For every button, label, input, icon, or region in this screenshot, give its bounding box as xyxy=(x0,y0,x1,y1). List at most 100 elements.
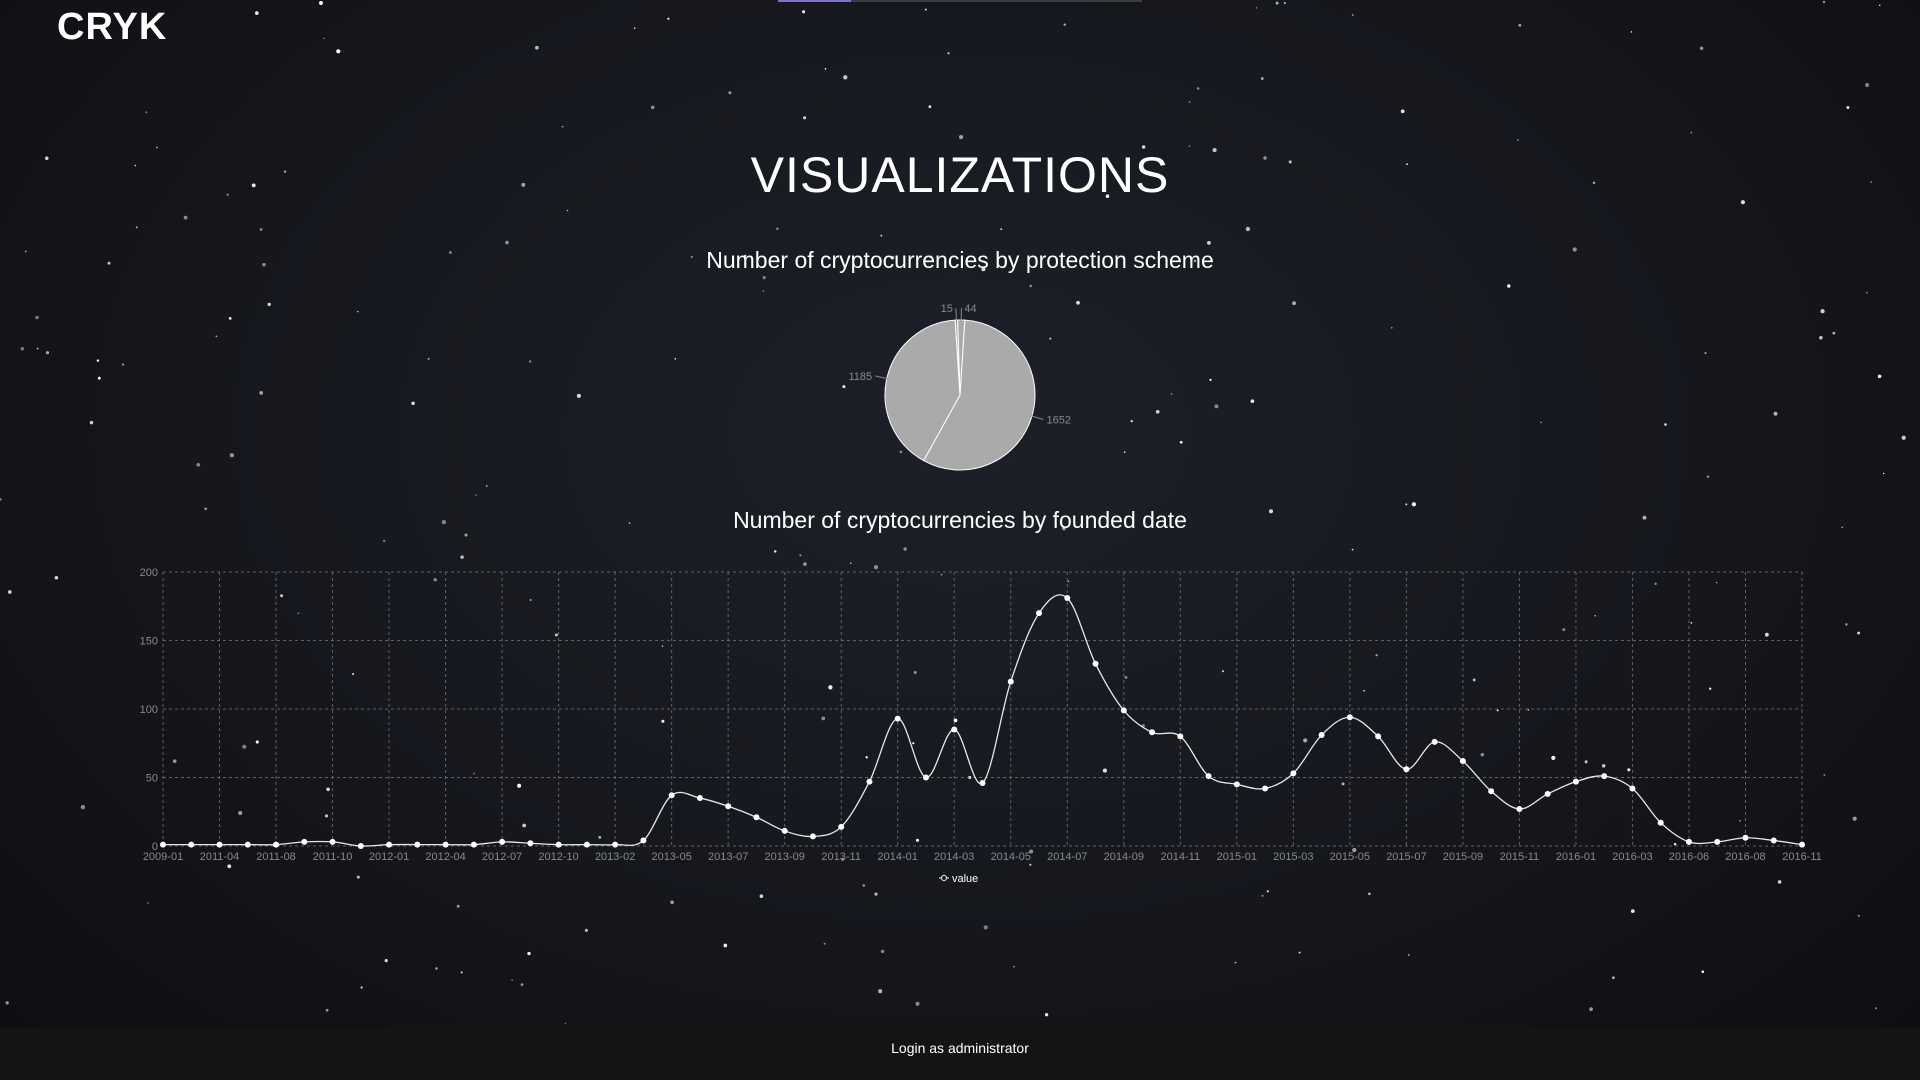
data-point xyxy=(357,843,364,849)
data-point xyxy=(1149,729,1156,736)
star xyxy=(325,1008,329,1012)
data-point xyxy=(160,841,166,848)
data-point xyxy=(188,841,195,848)
x-tick-label: 2014-01 xyxy=(878,851,918,863)
x-tick-label: 2015-03 xyxy=(1273,851,1313,863)
x-tick-label: 2016-11 xyxy=(1782,851,1822,863)
x-tick-label: 2014-09 xyxy=(1104,851,1144,863)
star xyxy=(1874,1007,1878,1010)
x-tick-label: 2012-04 xyxy=(425,851,465,863)
x-tick-label: 2011-04 xyxy=(200,851,240,863)
data-point xyxy=(1290,770,1297,777)
data-point xyxy=(838,823,845,830)
data-point xyxy=(809,833,816,840)
x-tick-label: 2015-07 xyxy=(1386,851,1426,863)
data-point xyxy=(1714,838,1721,845)
data-point xyxy=(866,778,873,785)
data-point xyxy=(979,779,986,786)
x-tick-label: 2016-06 xyxy=(1669,851,1709,863)
data-point xyxy=(696,795,703,802)
data-point xyxy=(329,838,336,845)
legend-point-marker xyxy=(941,875,947,881)
data-point xyxy=(1064,595,1071,602)
data-point xyxy=(1092,660,1099,667)
data-point xyxy=(1375,733,1382,740)
x-tick-label: 2013-02 xyxy=(595,851,635,863)
data-point xyxy=(1544,790,1551,797)
data-point xyxy=(527,840,534,847)
star xyxy=(1044,1013,1049,1017)
data-point xyxy=(1601,773,1608,780)
star xyxy=(1589,1007,1593,1011)
data-point xyxy=(1318,732,1325,739)
data-point xyxy=(1233,781,1240,788)
x-tick-label: 2015-01 xyxy=(1217,851,1257,863)
x-tick-label: 2012-07 xyxy=(482,851,522,863)
x-tick-label: 2016-01 xyxy=(1556,851,1596,863)
data-point xyxy=(894,715,901,722)
x-tick-label: 2015-11 xyxy=(1500,851,1540,863)
x-tick-label: 2012-10 xyxy=(538,851,578,863)
star xyxy=(5,1001,9,1005)
y-tick-label: 100 xyxy=(140,704,158,716)
data-point xyxy=(951,726,958,733)
y-tick-label: 200 xyxy=(140,567,158,579)
x-tick-label: 2014-07 xyxy=(1047,851,1087,863)
data-point xyxy=(1177,733,1184,740)
data-point xyxy=(386,841,393,848)
x-tick-label: 2014-11 xyxy=(1161,851,1201,863)
x-tick-label: 2015-09 xyxy=(1443,851,1483,863)
data-point xyxy=(301,838,308,845)
login-as-administrator-link[interactable]: Login as administrator xyxy=(0,1040,1920,1056)
data-point xyxy=(781,827,788,834)
founded-date-line-chart: 2009-01 2011-04 2011-08 2011-10 2012-01 2012-… xyxy=(140,567,1822,885)
x-tick-label: 2009-01 xyxy=(143,851,183,863)
data-point xyxy=(414,841,421,848)
data-point xyxy=(753,814,760,821)
data-point xyxy=(922,774,929,781)
x-tick-label: 2013-07 xyxy=(708,851,748,863)
y-tick-label: 50 xyxy=(146,773,158,785)
x-tick-label: 2014-05 xyxy=(991,851,1031,863)
data-point xyxy=(640,837,647,844)
data-point xyxy=(725,803,732,810)
x-tick-label: 2013-11 xyxy=(821,851,861,863)
data-point xyxy=(1459,758,1466,765)
x-tick-label: 2014-03 xyxy=(934,851,974,863)
data-point xyxy=(1516,806,1523,813)
data-point xyxy=(1346,714,1353,721)
data-point xyxy=(470,841,477,848)
legend-label: value xyxy=(952,873,978,885)
x-tick-label: 2013-05 xyxy=(651,851,691,863)
data-point xyxy=(1007,678,1014,685)
y-tick-label: 0 xyxy=(152,841,158,853)
x-tick-label: 2011-10 xyxy=(313,851,353,863)
data-point xyxy=(216,841,223,848)
x-tick-label: 2016-03 xyxy=(1612,851,1652,863)
x-tick-label: 2013-09 xyxy=(765,851,805,863)
data-point xyxy=(1120,707,1127,714)
data-point xyxy=(244,841,251,848)
data-point xyxy=(612,841,619,848)
data-point xyxy=(273,841,280,848)
x-tick-label: 2015-05 xyxy=(1330,851,1370,863)
data-point xyxy=(1488,788,1495,795)
data-point xyxy=(442,841,449,848)
series-line-value xyxy=(163,594,1803,847)
data-point xyxy=(555,841,562,848)
data-point xyxy=(1036,610,1043,617)
data-point xyxy=(1770,837,1777,844)
y-tick-label: 150 xyxy=(140,636,158,648)
data-point xyxy=(1403,766,1410,773)
x-tick-label: 2011-08 xyxy=(256,851,296,863)
star xyxy=(564,1022,567,1025)
data-point xyxy=(1205,773,1212,780)
x-tick-label: 2016-08 xyxy=(1725,851,1765,863)
data-point xyxy=(583,841,590,848)
data-point xyxy=(1742,834,1749,841)
data-point xyxy=(1685,838,1692,845)
data-point xyxy=(1262,785,1269,792)
data-point xyxy=(1572,778,1579,785)
data-point xyxy=(1629,785,1636,792)
data-point xyxy=(1431,738,1438,745)
